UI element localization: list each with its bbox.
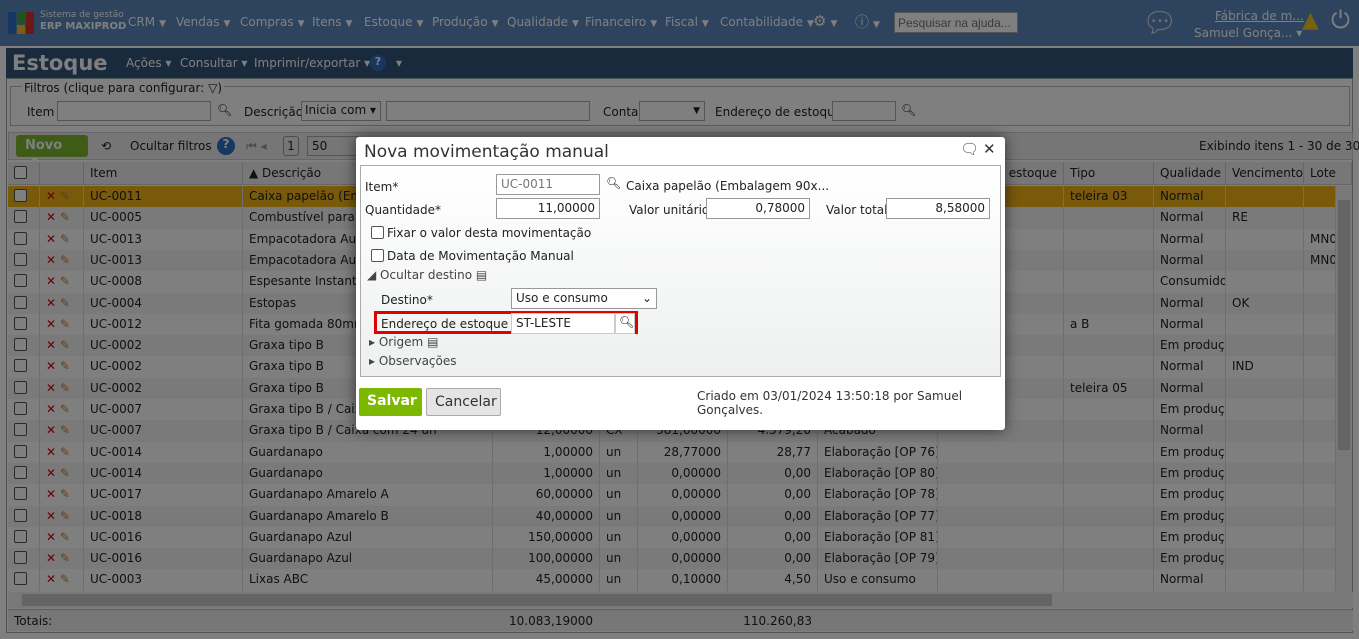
- checkbox[interactable]: [371, 249, 384, 262]
- observacoes-toggle[interactable]: ▸ Observações: [369, 354, 457, 368]
- comment-icon[interactable]: 🗨︎: [960, 140, 979, 158]
- dialog-title: Nova movimentação manual: [364, 142, 609, 162]
- origem-toggle[interactable]: ▸ Origem ▤: [369, 335, 438, 349]
- close-icon[interactable]: ✕: [983, 140, 996, 158]
- valor-total-input[interactable]: 8,58000: [886, 198, 990, 219]
- data-manual-checkbox[interactable]: Data de Movimentação Manual: [371, 249, 574, 263]
- search-icon[interactable]: 🔍︎: [606, 176, 621, 190]
- dialog-form: Item* UC-0011 🔍︎ Caixa papelão (Embalage…: [360, 165, 1001, 377]
- item-label: Item*: [365, 180, 399, 194]
- salvar-button[interactable]: Salvar: [359, 388, 422, 416]
- ocultar-destino-toggle[interactable]: ◢ Ocultar destino ▤: [367, 268, 487, 282]
- item-description: Caixa papelão (Embalagem 90x...: [626, 179, 830, 193]
- valor-unitario-input[interactable]: 0,78000: [706, 198, 810, 219]
- destino-label: Destino*: [381, 293, 433, 307]
- quantidade-label: Quantidade*: [365, 203, 442, 217]
- quantidade-input[interactable]: 11,00000: [496, 198, 600, 219]
- notes-icon: ▤: [427, 335, 439, 349]
- destino-select[interactable]: Uso e consumo ⌄: [511, 288, 657, 309]
- nova-movimentacao-dialog: Nova movimentação manual 🗨︎ ✕ Item* UC-0…: [356, 137, 1005, 430]
- search-icon[interactable]: 🔍︎: [615, 313, 635, 334]
- checkbox[interactable]: [371, 226, 384, 239]
- fixar-valor-checkbox[interactable]: Fixar o valor desta movimentação: [371, 226, 591, 240]
- created-info: Criado em 03/01/2024 13:50:18 por Samuel…: [697, 389, 963, 417]
- valor-total-label: Valor total: [826, 203, 888, 217]
- endereco-input[interactable]: ST-LESTE: [511, 313, 615, 334]
- cancelar-button[interactable]: Cancelar: [426, 388, 501, 416]
- valor-unitario-label: Valor unitário: [629, 203, 710, 217]
- endereco-label: Endereço de estoque: [381, 317, 509, 331]
- notes-icon: ▤: [475, 268, 488, 282]
- item-input[interactable]: UC-0011: [496, 174, 600, 195]
